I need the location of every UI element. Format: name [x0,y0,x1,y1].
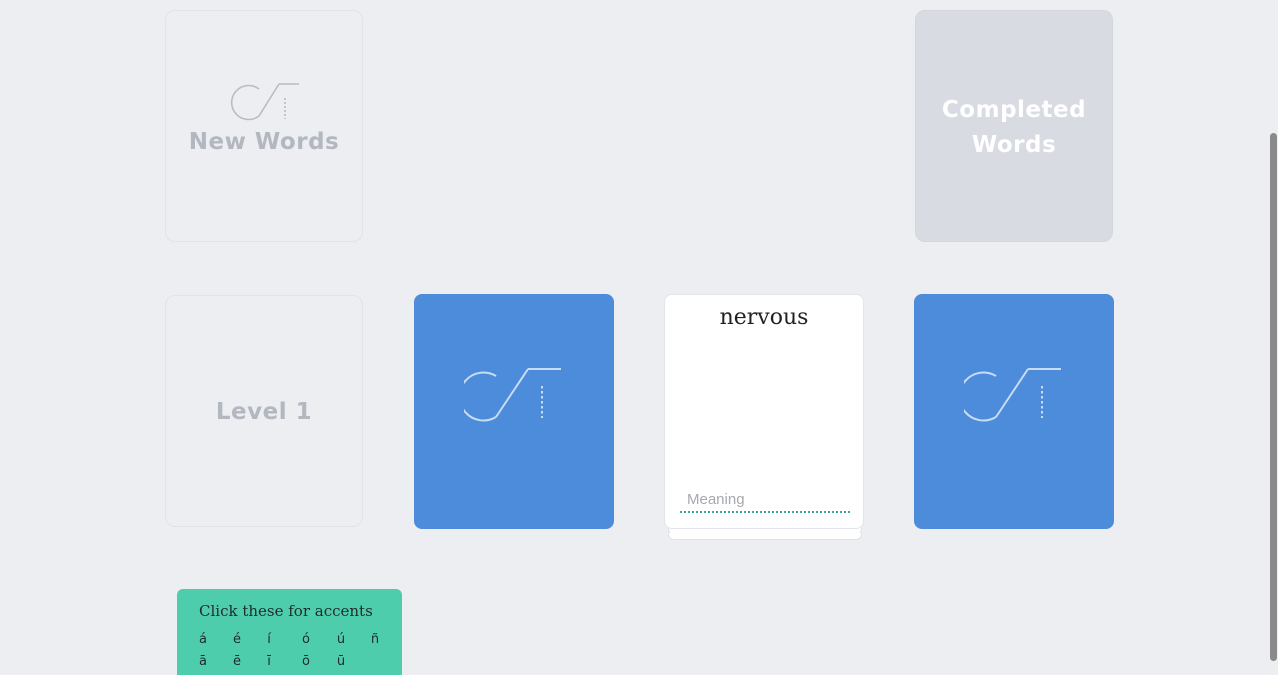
accents-panel: Click these for accents á é í ó ú ñ ā ē … [177,589,402,675]
completed-words-label: Completed Words [916,93,1112,163]
new-words-label: New Words [188,129,340,155]
new-words-pile[interactable]: New Words [165,10,363,242]
accents-title: Click these for accents [199,602,373,620]
face-down-card[interactable] [914,294,1114,529]
meaning-input[interactable] [680,489,850,513]
active-word-card: nervous [664,294,864,529]
flashcard-board: New Words Completed Words Level 1 nervou… [0,0,1278,675]
accent-o-acute[interactable]: ó [296,632,316,647]
accent-n-tilde[interactable]: ñ [365,632,385,647]
accent-u-macron[interactable]: ū [331,654,351,669]
accent-e-acute[interactable]: é [227,632,247,647]
accent-i-acute[interactable]: í [259,632,279,647]
face-down-card[interactable] [414,294,614,529]
accent-i-macron[interactable]: ī [259,654,279,669]
completed-words-label-line2: Words [971,132,1057,158]
accent-a-acute[interactable]: á [193,632,213,647]
scrollbar-thumb[interactable] [1270,133,1277,661]
card-stack-edge [668,533,862,540]
accent-o-macron[interactable]: ō [296,654,316,669]
ct-logo-icon [964,368,1061,422]
accent-e-macron[interactable]: ē [227,654,247,669]
page-scrollbar[interactable] [1268,0,1278,675]
completed-words-pile[interactable]: Completed Words [915,10,1113,242]
completed-words-label-line1: Completed [941,97,1087,123]
card-word: nervous [719,305,809,330]
accent-u-acute[interactable]: ú [331,632,351,647]
ct-logo-icon [230,83,299,121]
level-1-pile[interactable]: Level 1 [165,295,363,527]
accent-a-macron[interactable]: ā [193,654,213,669]
ct-logo-icon [464,368,561,422]
level-label: Level 1 [215,399,313,425]
